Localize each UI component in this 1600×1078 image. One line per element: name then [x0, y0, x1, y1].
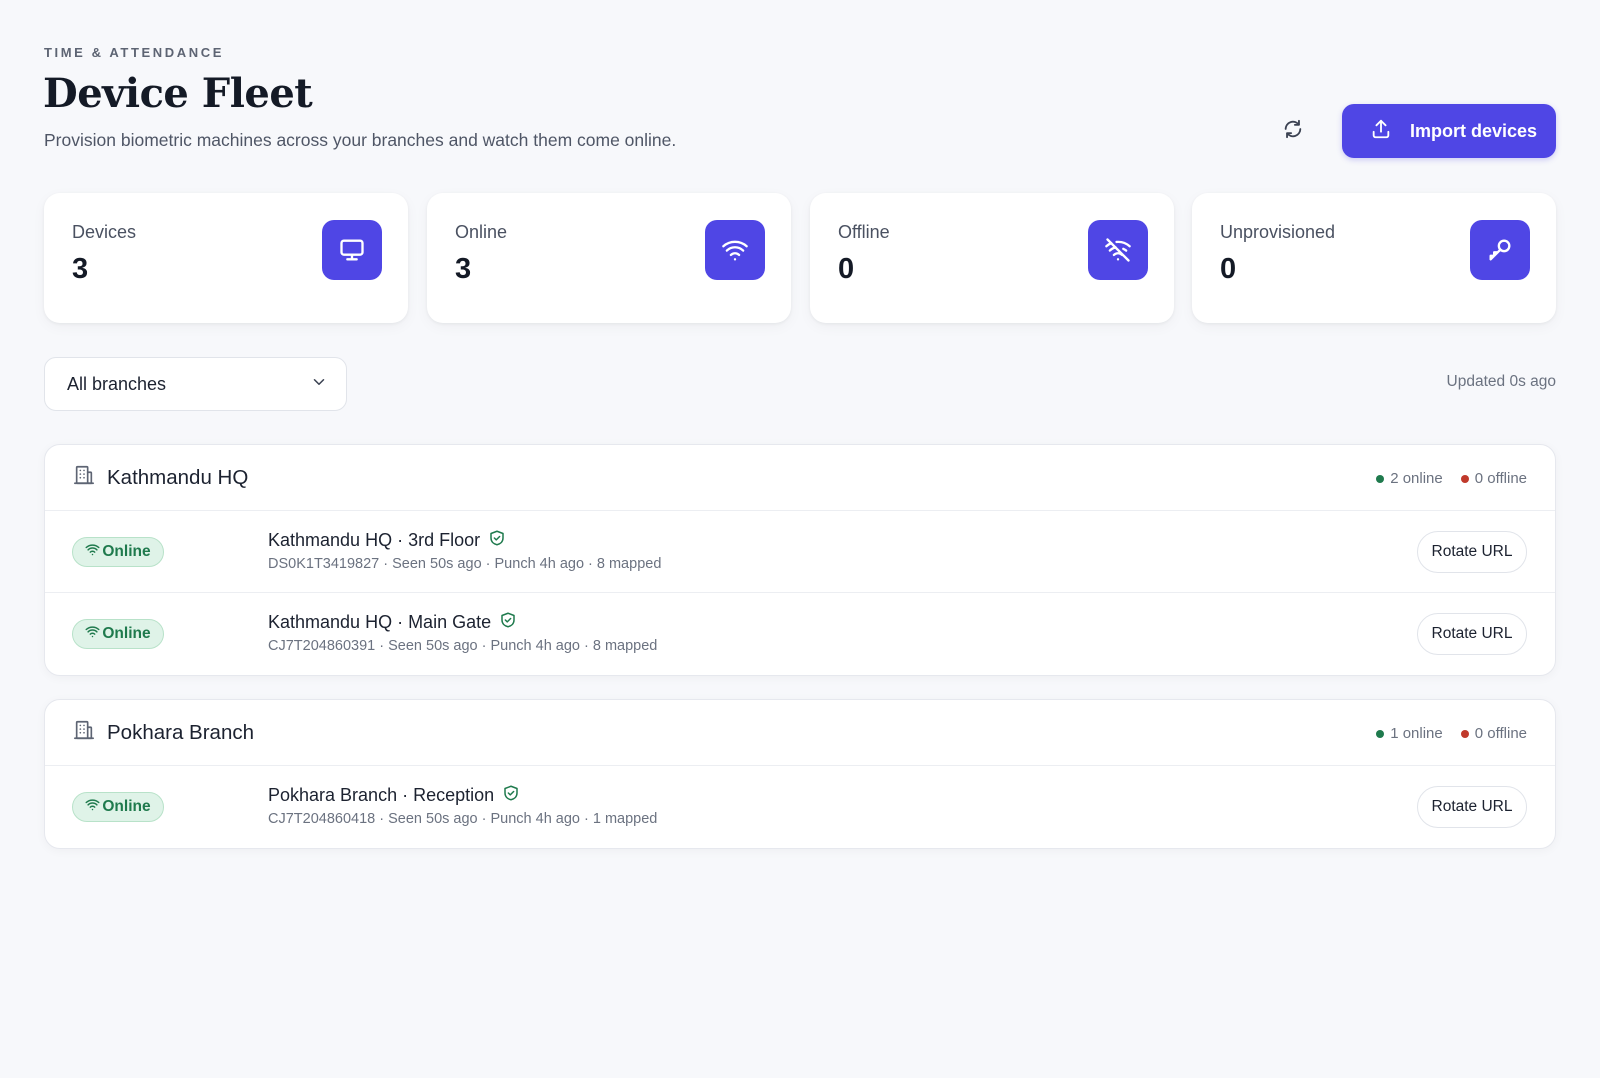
- stat-value: 3: [72, 253, 89, 285]
- device-name: Pokhara Branch · Reception: [268, 784, 520, 807]
- offline-dot: [1460, 474, 1469, 483]
- refresh-button[interactable]: [1277, 115, 1309, 147]
- stat-card-offline: Offline 0: [810, 193, 1174, 323]
- chevron-down-icon: [310, 373, 328, 396]
- shield-check-icon: [499, 611, 517, 634]
- device-meta: DS0K1T3419827 · Seen 50s ago · Punch 4h …: [268, 556, 662, 572]
- online-count: 1 online: [1376, 725, 1443, 742]
- stat-value: 0: [838, 253, 855, 285]
- building-icon: [73, 719, 95, 746]
- device-meta: CJ7T204860418 · Seen 50s ago · Punch 4h …: [268, 811, 658, 827]
- branch-filter-select[interactable]: All branches: [44, 357, 347, 411]
- status-label: Online: [102, 543, 151, 560]
- status-label: Online: [102, 625, 151, 642]
- offline-count: 0 offline: [1460, 469, 1527, 487]
- rotate-url-button[interactable]: Rotate URL: [1417, 786, 1527, 828]
- updated-timestamp: Updated 0s ago: [1446, 373, 1556, 390]
- wifi-icon: [705, 220, 765, 280]
- online-count-label: 1 online: [1390, 724, 1443, 742]
- device-name: Kathmandu HQ · 3rd Floor: [268, 529, 506, 552]
- rotate-url-button[interactable]: Rotate URL: [1417, 613, 1527, 655]
- device-name-label: Kathmandu HQ · 3rd Floor: [268, 530, 481, 550]
- stat-card-unprovisioned: Unprovisioned 0: [1192, 193, 1556, 323]
- wifi-off-icon: [1088, 220, 1148, 280]
- stat-label: Unprovisioned: [1220, 222, 1336, 242]
- device-row: Online Kathmandu HQ · Main Gate CJ7T2048…: [45, 593, 1555, 675]
- online-dot: [1376, 729, 1385, 738]
- status-badge: Online: [72, 537, 164, 567]
- offline-count-label: 0 offline: [1474, 724, 1527, 742]
- online-count: 2 online: [1376, 470, 1443, 487]
- device-name: Kathmandu HQ · Main Gate: [268, 611, 517, 634]
- stat-value: 0: [1220, 253, 1237, 285]
- shield-check-icon: [502, 784, 520, 807]
- branch-group-header: Pokhara Branch 1 online 0 offline: [45, 700, 1555, 766]
- status-badge: Online: [72, 619, 164, 649]
- rotate-url-button[interactable]: Rotate URL: [1417, 531, 1527, 573]
- building-icon: [73, 464, 95, 491]
- eyebrow-label: TIME & ATTENDANCE: [44, 45, 224, 60]
- online-dot: [1376, 474, 1385, 483]
- stat-card-devices: Devices 3: [44, 193, 408, 323]
- device-name-label: Kathmandu HQ · Main Gate: [268, 612, 492, 632]
- refresh-icon: [1282, 118, 1304, 145]
- branch-status-counts: 2 online 0 offline: [1376, 445, 1527, 511]
- wifi-icon: [85, 624, 100, 644]
- online-count-label: 2 online: [1390, 469, 1443, 487]
- status-label: Online: [102, 798, 151, 815]
- stat-value: 3: [455, 253, 472, 285]
- import-devices-button[interactable]: Import devices: [1342, 104, 1556, 158]
- branch-status-counts: 1 online 0 offline: [1376, 700, 1527, 766]
- key-icon: [1470, 220, 1530, 280]
- device-meta: CJ7T204860391 · Seen 50s ago · Punch 4h …: [268, 638, 658, 654]
- stat-label: Offline: [838, 222, 890, 242]
- wifi-icon: [85, 542, 100, 562]
- branch-group-kathmandu-hq: Kathmandu HQ 2 online 0 offline Online K…: [44, 444, 1556, 676]
- stat-card-online: Online 3: [427, 193, 791, 323]
- upload-icon: [1370, 118, 1392, 145]
- offline-count: 0 offline: [1460, 724, 1527, 742]
- stat-label: Devices: [72, 222, 137, 242]
- shield-check-icon: [488, 529, 506, 552]
- stat-label: Online: [455, 222, 508, 242]
- page-subtitle: Provision biometric machines across your…: [44, 130, 677, 150]
- branch-group-header: Kathmandu HQ 2 online 0 offline: [45, 445, 1555, 511]
- branch-name: Pokhara Branch: [107, 720, 255, 744]
- status-badge: Online: [72, 792, 164, 822]
- branch-group-pokhara-branch: Pokhara Branch 1 online 0 offline Online…: [44, 699, 1556, 849]
- device-name-label: Pokhara Branch · Reception: [268, 785, 495, 805]
- offline-count-label: 0 offline: [1474, 469, 1527, 487]
- page-title: Device Fleet: [43, 70, 313, 117]
- branch-filter-value: All branches: [67, 373, 167, 394]
- offline-dot: [1460, 729, 1469, 738]
- wifi-icon: [85, 797, 100, 817]
- branch-name: Kathmandu HQ: [107, 465, 249, 489]
- device-row: Online Kathmandu HQ · 3rd Floor DS0K1T34…: [45, 511, 1555, 593]
- monitor-icon: [322, 220, 382, 280]
- import-devices-label: Import devices: [1410, 120, 1538, 141]
- device-row: Online Pokhara Branch · Reception CJ7T20…: [45, 766, 1555, 848]
